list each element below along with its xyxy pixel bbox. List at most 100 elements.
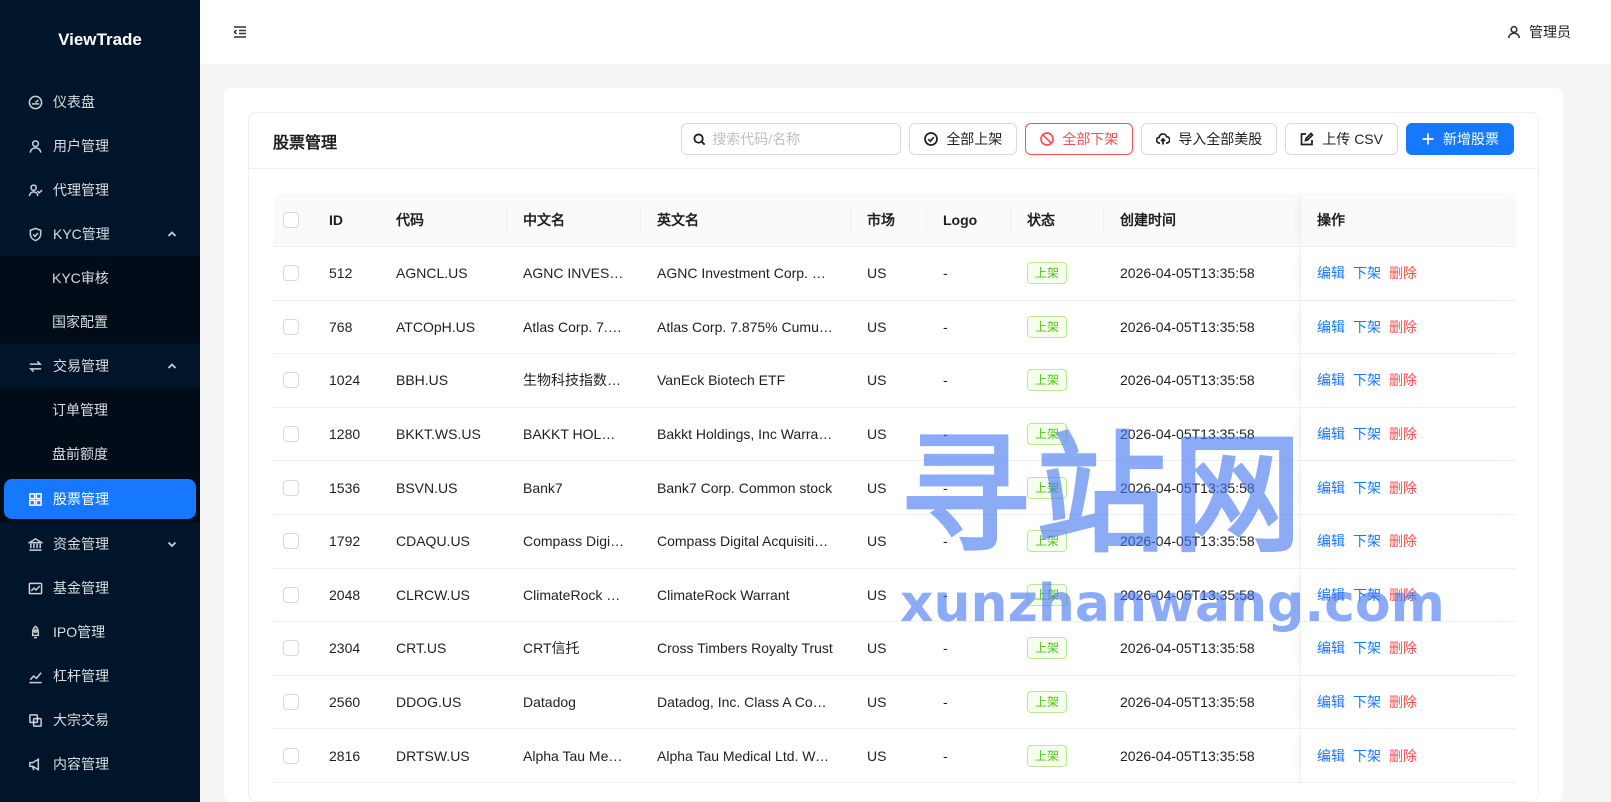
user-icon	[27, 138, 43, 154]
row-checkbox[interactable]	[283, 694, 299, 711]
delete-link[interactable]: 删除	[1389, 638, 1417, 658]
row-checkbox[interactable]	[283, 372, 299, 389]
cell-id: 1280	[313, 408, 380, 461]
cell-status: 上架	[1011, 515, 1104, 568]
edit-link[interactable]: 编辑	[1317, 638, 1345, 658]
delist-link[interactable]: 下架	[1353, 746, 1381, 766]
sidebar-item-country-config[interactable]: 国家配置	[0, 300, 200, 344]
row-checkbox[interactable]	[283, 586, 299, 603]
edit-link[interactable]: 编辑	[1317, 746, 1345, 766]
cell-actions: 编辑 下架 删除	[1300, 300, 1516, 354]
delist-link[interactable]: 下架	[1353, 478, 1381, 498]
delete-link[interactable]: 删除	[1389, 692, 1417, 712]
sidebar: ViewTrade 仪表盘 用户管理 代理管理 KYC管理 KYC审核 国家配置…	[0, 0, 200, 802]
row-checkbox-cell	[273, 301, 313, 354]
upload-csv-button[interactable]: 上传 CSV	[1285, 123, 1398, 155]
status-badge: 上架	[1027, 262, 1068, 285]
row-checkbox[interactable]	[283, 479, 299, 496]
delete-link[interactable]: 删除	[1389, 531, 1417, 551]
delist-link[interactable]: 下架	[1353, 317, 1381, 337]
delete-link[interactable]: 删除	[1389, 263, 1417, 283]
delist-link[interactable]: 下架	[1353, 638, 1381, 658]
sidebar-item-leverage[interactable]: 杠杆管理	[0, 654, 200, 698]
cell-status: 上架	[1011, 729, 1104, 782]
sidebar-item-dashboard[interactable]: 仪表盘	[0, 80, 200, 124]
cell-id: 2560	[313, 676, 380, 729]
delete-link[interactable]: 删除	[1389, 585, 1417, 605]
trading-submenu: 订单管理 盘前额度	[0, 388, 200, 476]
list-all-button[interactable]: 全部上架	[909, 123, 1018, 155]
sidebar-item-fund[interactable]: 基金管理	[0, 566, 200, 610]
search-input[interactable]: 搜索代码/名称	[681, 123, 902, 155]
menu-fold-icon[interactable]	[232, 24, 248, 40]
cell-text: 2048	[329, 586, 361, 603]
sidebar-item-funds-mgmt[interactable]: 资金管理	[0, 522, 200, 566]
cell-text: US	[867, 479, 887, 496]
row-checkbox-cell	[273, 569, 313, 622]
cell-code: CDAQU.US	[380, 515, 507, 568]
column-header: ID	[329, 211, 343, 228]
cell-text: ClimateRock W...	[523, 586, 625, 603]
delist-link[interactable]: 下架	[1353, 531, 1381, 551]
table-row: 1792 CDAQU.US Compass Digit... Compass Digi…	[273, 514, 1516, 569]
edit-link[interactable]: 编辑	[1317, 317, 1345, 337]
row-checkbox[interactable]	[283, 533, 299, 550]
cell-code: CLRCW.US	[380, 569, 507, 622]
cell-text: 2816	[329, 747, 361, 764]
row-checkbox[interactable]	[283, 265, 299, 282]
sidebar-item-ipo[interactable]: IPO管理	[0, 610, 200, 654]
edit-link[interactable]: 编辑	[1317, 424, 1345, 444]
import-all-us-button[interactable]: 导入全部美股	[1141, 123, 1278, 155]
delete-link[interactable]: 删除	[1389, 746, 1417, 766]
cell-status: 上架	[1011, 461, 1104, 514]
delete-link[interactable]: 删除	[1389, 424, 1417, 444]
delist-link[interactable]: 下架	[1353, 692, 1381, 712]
row-checkbox[interactable]	[283, 640, 299, 657]
sidebar-item-trading[interactable]: 交易管理	[0, 344, 200, 388]
sidebar-item-agents[interactable]: 代理管理	[0, 168, 200, 212]
edit-link[interactable]: 编辑	[1317, 263, 1345, 283]
row-checkbox[interactable]	[283, 747, 299, 764]
sidebar-item-kyc[interactable]: KYC管理	[0, 212, 200, 256]
cell-id: 2816	[313, 729, 380, 782]
edit-link[interactable]: 编辑	[1317, 692, 1345, 712]
user-menu[interactable]: 管理员	[1507, 22, 1571, 42]
sidebar-item-stocks[interactable]: 股票管理	[4, 479, 196, 519]
cell-cn-name: Alpha Tau Medi...	[507, 729, 641, 782]
cell-id: 512	[313, 247, 380, 300]
row-checkbox[interactable]	[283, 318, 299, 335]
delist-link[interactable]: 下架	[1353, 263, 1381, 283]
sidebar-item-kyc-review[interactable]: KYC审核	[0, 256, 200, 300]
plus-icon	[1422, 133, 1434, 145]
edit-link[interactable]: 编辑	[1317, 585, 1345, 605]
cell-en-name: AGNC Investment Corp. De...	[641, 247, 851, 300]
sidebar-item-block-trade[interactable]: 大宗交易	[0, 698, 200, 742]
delete-link[interactable]: 删除	[1389, 478, 1417, 498]
table-row: 1024 BBH.US 生物科技指数E... VanEck Biotech ETF US…	[273, 354, 1516, 408]
edit-link[interactable]: 编辑	[1317, 370, 1345, 390]
sidebar-item-premarket-quota[interactable]: 盘前额度	[0, 432, 200, 476]
cell-text: 2304	[329, 640, 361, 657]
delete-link[interactable]: 删除	[1389, 317, 1417, 337]
status-badge: 上架	[1027, 530, 1068, 553]
cell-text: -	[943, 318, 948, 335]
sidebar-item-orders[interactable]: 订单管理	[0, 388, 200, 432]
delist-all-button[interactable]: 全部下架	[1025, 123, 1134, 155]
cell-text: 2026-04-05T13:35:58	[1120, 640, 1255, 657]
delist-link[interactable]: 下架	[1353, 370, 1381, 390]
delist-link[interactable]: 下架	[1353, 424, 1381, 444]
sidebar-item-users[interactable]: 用户管理	[0, 124, 200, 168]
delist-link[interactable]: 下架	[1353, 585, 1381, 605]
sidebar-item-content[interactable]: 内容管理	[0, 742, 200, 786]
delete-link[interactable]: 删除	[1389, 370, 1417, 390]
column-header: 状态	[1011, 193, 1104, 246]
select-all-checkbox[interactable]	[283, 211, 299, 228]
cell-id: 2304	[313, 622, 380, 675]
edit-link[interactable]: 编辑	[1317, 478, 1345, 498]
add-stock-button[interactable]: 新增股票	[1406, 123, 1514, 155]
edit-link[interactable]: 编辑	[1317, 531, 1345, 551]
column-header: 英文名	[641, 193, 851, 246]
cell-actions: 编辑 下架 删除	[1300, 568, 1516, 622]
row-checkbox[interactable]	[283, 426, 299, 443]
cell-text: Alpha Tau Medical Ltd. Warr...	[657, 747, 835, 764]
